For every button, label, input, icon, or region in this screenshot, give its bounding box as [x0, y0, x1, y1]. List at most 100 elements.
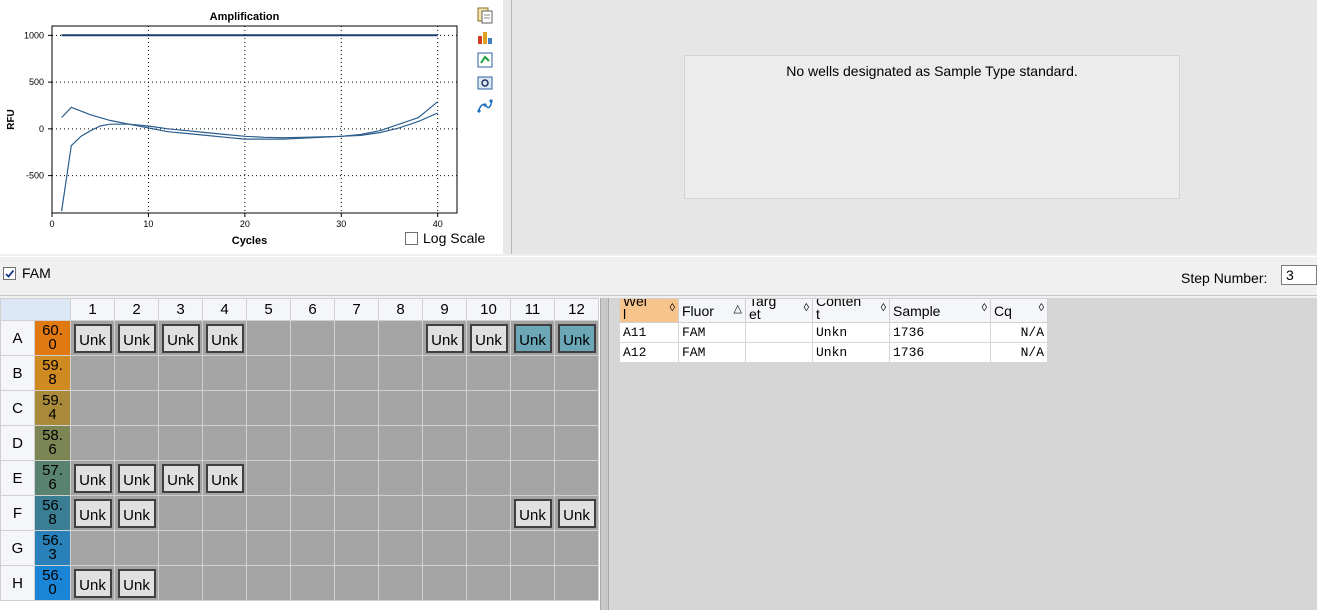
plate-well[interactable]: [554, 460, 599, 496]
plate-well[interactable]: [246, 495, 291, 531]
column-header[interactable]: Fluor △: [678, 298, 746, 323]
well-content[interactable]: Unk: [73, 498, 112, 528]
row-header[interactable]: A: [0, 320, 35, 356]
plate-well[interactable]: [466, 390, 511, 426]
plate-well[interactable]: [290, 495, 335, 531]
plate-well[interactable]: [114, 355, 159, 391]
refresh-icon[interactable]: [476, 51, 494, 69]
plate-well[interactable]: [378, 425, 423, 461]
plate-well[interactable]: [290, 425, 335, 461]
plate-well[interactable]: [334, 460, 379, 496]
plate-well[interactable]: [290, 390, 335, 426]
plate-well[interactable]: Unk: [114, 495, 159, 531]
plate-well[interactable]: [246, 425, 291, 461]
sort-indicator-icon[interactable]: ◊: [670, 302, 675, 314]
plate-well[interactable]: [114, 390, 159, 426]
plate-well[interactable]: Unk: [510, 320, 555, 356]
plate-well[interactable]: [158, 390, 203, 426]
plate-well[interactable]: [554, 565, 599, 601]
plate-well[interactable]: [466, 355, 511, 391]
fam-check-box[interactable]: [3, 266, 16, 280]
plate-well[interactable]: [334, 425, 379, 461]
sort-indicator-icon[interactable]: △: [734, 302, 742, 315]
plate-well[interactable]: Unk: [158, 460, 203, 496]
fam-checkbox[interactable]: FAM: [3, 265, 51, 281]
well-content[interactable]: Unk: [117, 498, 156, 528]
plate-well[interactable]: [378, 565, 423, 601]
plate-well[interactable]: [510, 425, 555, 461]
plate-well[interactable]: [422, 460, 467, 496]
well-content[interactable]: Unk: [557, 498, 596, 528]
plate-well[interactable]: [334, 320, 379, 356]
plate-well[interactable]: [554, 425, 599, 461]
export-chart-icon[interactable]: [476, 28, 494, 46]
sort-indicator-icon[interactable]: ◊: [1039, 302, 1044, 314]
row-header[interactable]: F: [0, 495, 35, 531]
plate-well[interactable]: Unk: [70, 565, 115, 601]
plate-well[interactable]: Unk: [202, 320, 247, 356]
log-scale-check-box[interactable]: [405, 231, 418, 245]
well-content[interactable]: Unk: [205, 323, 244, 353]
zoom-icon[interactable]: [476, 74, 494, 92]
plate-well[interactable]: [290, 355, 335, 391]
plate-well[interactable]: [422, 355, 467, 391]
sort-indicator-icon[interactable]: ◊: [881, 302, 886, 314]
column-header[interactable]: 2: [114, 298, 159, 321]
plate-well[interactable]: [510, 565, 555, 601]
well-content[interactable]: Unk: [117, 568, 156, 598]
plate-well[interactable]: [246, 530, 291, 566]
step-number-input[interactable]: 3: [1281, 265, 1317, 285]
plate-well[interactable]: [554, 530, 599, 566]
row-header[interactable]: E: [0, 460, 35, 496]
well-content[interactable]: Unk: [469, 323, 508, 353]
plate-well[interactable]: [334, 495, 379, 531]
row-header[interactable]: H: [0, 565, 35, 601]
plate-well[interactable]: [466, 460, 511, 496]
plate-well[interactable]: [378, 390, 423, 426]
row-header[interactable]: B: [0, 355, 35, 391]
well-content[interactable]: Unk: [161, 323, 200, 353]
column-header[interactable]: Conten t ◊: [812, 298, 890, 323]
plate-well[interactable]: [422, 425, 467, 461]
plate-well[interactable]: Unk: [158, 320, 203, 356]
plate-well[interactable]: [70, 355, 115, 391]
column-header[interactable]: Cq ◊: [990, 298, 1048, 323]
plate-well[interactable]: [466, 565, 511, 601]
plate-well[interactable]: Unk: [554, 495, 599, 531]
vertical-splitter[interactable]: [503, 0, 512, 254]
plate-corner[interactable]: [0, 298, 71, 321]
plate-well[interactable]: [202, 390, 247, 426]
column-header[interactable]: 9: [422, 298, 467, 321]
plate-well[interactable]: [246, 355, 291, 391]
plate-well[interactable]: [510, 460, 555, 496]
column-header[interactable]: Sample ◊: [889, 298, 991, 323]
plate-well[interactable]: Unk: [70, 460, 115, 496]
plate-well[interactable]: [378, 355, 423, 391]
curve-fit-icon[interactable]: [476, 97, 494, 115]
column-header[interactable]: 6: [290, 298, 335, 321]
plate-splitter[interactable]: [600, 298, 609, 610]
column-header[interactable]: Wel l ◊: [619, 298, 679, 323]
plate-well[interactable]: [510, 355, 555, 391]
selected-well-content[interactable]: Unk: [557, 323, 596, 353]
column-header[interactable]: 11: [510, 298, 555, 321]
selected-well-content[interactable]: Unk: [513, 323, 552, 353]
copy-icon[interactable]: [476, 6, 494, 24]
sort-indicator-icon[interactable]: ◊: [804, 302, 809, 314]
row-header[interactable]: G: [0, 530, 35, 566]
plate-well[interactable]: [246, 565, 291, 601]
plate-well[interactable]: [334, 565, 379, 601]
plate-well[interactable]: [334, 530, 379, 566]
plate-well[interactable]: Unk: [70, 495, 115, 531]
plate-well[interactable]: [422, 495, 467, 531]
column-header[interactable]: 7: [334, 298, 379, 321]
column-header[interactable]: Targ et ◊: [745, 298, 813, 323]
log-scale-checkbox[interactable]: Log Scale: [405, 230, 485, 246]
column-header[interactable]: 10: [466, 298, 511, 321]
plate-well[interactable]: [422, 565, 467, 601]
plate-well[interactable]: Unk: [70, 320, 115, 356]
plate-well[interactable]: [70, 390, 115, 426]
well-content[interactable]: Unk: [73, 463, 112, 493]
plate-well[interactable]: [290, 530, 335, 566]
plate-well[interactable]: [202, 425, 247, 461]
